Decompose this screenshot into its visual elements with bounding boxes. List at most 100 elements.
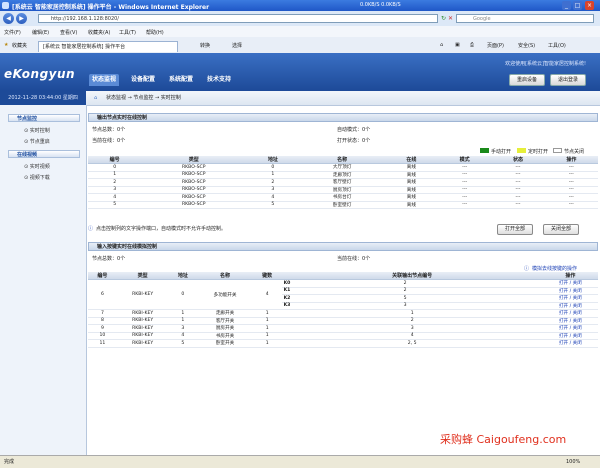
nav-tab-status[interactable]: 状态监视	[89, 74, 120, 86]
input-cell: 1	[168, 317, 198, 325]
input-cell: 2	[281, 317, 543, 325]
input-action-link[interactable]: 打开 / 关闭	[542, 302, 598, 310]
sidebar-group-online-video[interactable]: 在线视频	[8, 150, 80, 158]
input-action-link[interactable]: 打开 / 关闭	[542, 294, 598, 303]
output-cell: 5	[246, 201, 300, 209]
output-row: 5 RKBO-SCP 5 卧室壁灯 离线 --- --- ---	[88, 201, 598, 209]
input-cell: 卧室开关	[197, 339, 253, 348]
output-cell: ---	[544, 178, 598, 187]
refresh-icon[interactable]: ↻	[441, 15, 446, 22]
output-cell: 离线	[384, 163, 439, 172]
menu-file[interactable]: 文件(F)	[4, 29, 21, 36]
input-cell: 厨房开关	[197, 324, 253, 333]
nav-tab-support[interactable]: 技术支持	[204, 74, 234, 86]
input-row: 8 RKBI-KEY 1 客厅开关 1 2 打开 / 关闭	[88, 317, 598, 325]
sidebar-item-realtime-control[interactable]: ⊙ 实时控制	[24, 127, 50, 134]
nav-tab-system-config[interactable]: 系统配置	[166, 74, 196, 86]
output-cell: RKBO-SCP	[141, 186, 247, 194]
output-auto-mode: 自动模式：0个	[337, 127, 371, 133]
input-action-link[interactable]: 打开 / 关闭	[542, 279, 598, 288]
output-cell: ---	[544, 171, 598, 179]
output-cell: 厨房顶灯	[299, 186, 385, 194]
input-action-link[interactable]: 打开 / 关闭	[542, 332, 598, 340]
key-linked-node: 5	[403, 295, 407, 301]
input-cell: 1	[281, 309, 543, 318]
input-row: 7 RKBI-KEY 1 走廊开关 1 1 打开 / 关闭	[88, 309, 598, 318]
status-bar: 完成 100%	[0, 455, 600, 468]
home-icon[interactable]: ⌂	[440, 42, 443, 48]
status-text: 完成	[4, 459, 15, 465]
menu-tools[interactable]: 工具(T)	[119, 29, 136, 36]
input-col-header: 名称	[197, 272, 253, 280]
sidebar-item-live-video[interactable]: ⊙ 实时视频	[24, 163, 50, 170]
zoom-level[interactable]: 100%	[566, 456, 580, 468]
menu-edit[interactable]: 编辑(E)	[32, 29, 49, 36]
output-row: 3 RKBO-SCP 3 厨房顶灯 离线 --- --- ---	[88, 186, 598, 194]
input-cell: 书房开关	[197, 332, 253, 340]
output-col-header: 编号	[88, 156, 142, 164]
input-cell: 1	[252, 309, 282, 318]
input-action-link[interactable]: 打开 / 关闭	[542, 287, 598, 295]
input-total: 节点总数：0个	[92, 256, 126, 262]
menu-view[interactable]: 查看(V)	[60, 29, 77, 36]
favorites-star-icon[interactable]: ★	[4, 42, 8, 48]
search-input[interactable]: Google	[456, 14, 594, 23]
input-cell: 8	[88, 317, 117, 325]
output-col-header: 名称	[299, 156, 385, 164]
input-cell: 5	[168, 339, 198, 348]
favorites-label[interactable]: 收藏夹	[12, 42, 27, 49]
maximize-icon[interactable]: □	[573, 1, 582, 10]
close-icon[interactable]: ×	[585, 1, 594, 10]
output-col-header: 类型	[141, 156, 247, 164]
output-cell: 离线	[384, 178, 439, 187]
sidebar-group-node-monitor[interactable]: 节点监控	[8, 114, 80, 122]
back-icon[interactable]: ◀	[3, 13, 14, 24]
output-cell: 3	[88, 186, 142, 194]
toolbar-safety[interactable]: 安全(S)	[518, 42, 535, 49]
input-cell: 4	[168, 332, 198, 340]
help-icon[interactable]: ⓘ	[524, 265, 529, 272]
feed-icon[interactable]: ▣	[455, 42, 460, 48]
output-cell: RKBO-SCP	[141, 171, 247, 179]
output-row: 1 RKBO-SCP 1 走廊顶灯 离线 --- --- ---	[88, 171, 598, 179]
input-cell: 6	[88, 279, 117, 310]
input-key-cell: K1 2	[281, 287, 543, 295]
input-action-link[interactable]: 打开 / 关闭	[542, 317, 598, 325]
output-panel-title: 输出节点实时在线控制	[88, 113, 598, 122]
browser-tab[interactable]: [系统云 智能家居控制系统] 操作平台	[38, 41, 178, 52]
toolbar-tools[interactable]: 工具(O)	[548, 42, 566, 49]
input-action-link[interactable]: 打开 / 关闭	[542, 324, 598, 333]
logout-button[interactable]: 退出登录	[550, 74, 586, 86]
toolbar-page[interactable]: 页面(P)	[487, 42, 504, 49]
input-cell: 4	[252, 279, 282, 310]
stop-icon[interactable]: ✕	[448, 15, 453, 22]
input-cell: RKBI-KEY	[116, 339, 169, 348]
input-row: 9 RKBI-KEY 3 厨房开关 1 3 打开 / 关闭	[88, 324, 598, 333]
input-cell: 9	[88, 324, 117, 333]
welcome-text: 欢迎使用[系统云]智能家居控制系统!	[505, 61, 586, 67]
menu-help[interactable]: 帮助(H)	[146, 29, 164, 36]
open-all-button[interactable]: 打开全部	[497, 224, 533, 235]
key-linked-node: 2	[403, 280, 407, 286]
input-action-link[interactable]: 打开 / 关闭	[542, 339, 598, 348]
input-action-link[interactable]: 打开 / 关闭	[542, 309, 598, 318]
menu-favorites[interactable]: 收藏夹(A)	[88, 29, 110, 36]
close-all-button[interactable]: 关闭全部	[543, 224, 579, 235]
tab-tool-convert[interactable]: 转换	[200, 42, 210, 49]
sidebar-item-video-download[interactable]: ⊙ 视频下载	[24, 174, 50, 181]
input-cell: 走廊开关	[197, 309, 253, 318]
forward-icon[interactable]: ▶	[16, 13, 27, 24]
output-cell: 4	[246, 193, 300, 202]
minimize-icon[interactable]: _	[562, 1, 571, 10]
sidebar-item-node-restart[interactable]: ⊙ 节点重启	[24, 138, 50, 145]
print-icon[interactable]: ⎙	[470, 42, 474, 48]
output-cell: 2	[246, 178, 300, 187]
legend-manual-swatch	[480, 148, 489, 153]
tab-tool-select[interactable]: 选择	[232, 42, 242, 49]
output-col-header: 在线	[384, 156, 439, 164]
address-input[interactable]: http://192.168.1.128:8020/	[38, 14, 438, 23]
nav-tab-device-config[interactable]: 设备配置	[128, 74, 158, 86]
restart-device-button[interactable]: 重启设备	[509, 74, 545, 86]
simulate-help-link[interactable]: 模拟去线按键的操作	[532, 265, 577, 272]
home-icon: ⌂	[94, 95, 98, 101]
